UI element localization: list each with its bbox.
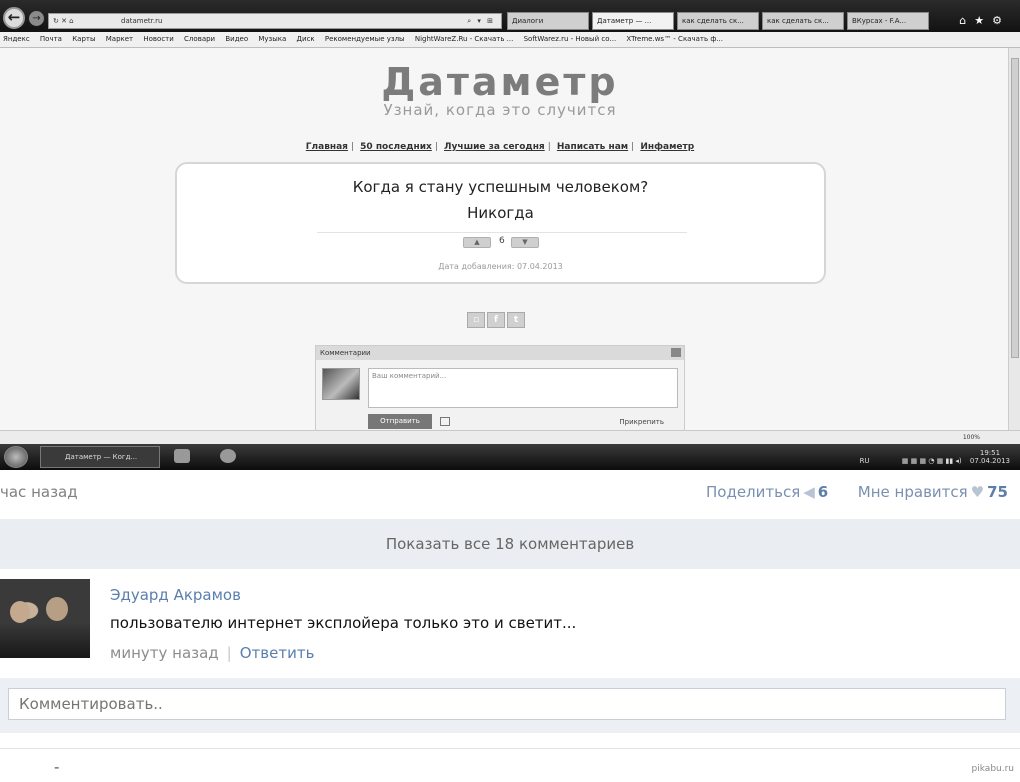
share-buttons: ▫ f t xyxy=(467,307,527,328)
nav-contact[interactable]: Написать нам xyxy=(557,142,628,152)
footer-dash: - xyxy=(54,758,60,776)
favorites-bar: Яндекс Почта Карты Маркет Новости Словар… xyxy=(0,32,1020,48)
address-controls-icon[interactable]: ⌕ ▾ ⊞ xyxy=(467,14,495,28)
comment-avatar[interactable] xyxy=(0,579,90,658)
share-button[interactable]: Поделиться ◀ 6 xyxy=(706,483,828,501)
watermark: pikabu.ru xyxy=(971,764,1014,774)
tab-3[interactable]: как сделать ск... xyxy=(677,12,759,30)
comment-input[interactable]: Ваш комментарий... xyxy=(368,368,678,408)
fav-8[interactable]: Диск xyxy=(297,35,315,43)
nav-best[interactable]: Лучшие за сегодня xyxy=(444,142,545,152)
post-time: час назад xyxy=(0,483,78,501)
fav-9[interactable]: Рекомендуемые узлы xyxy=(325,35,405,43)
megaphone-icon: ◀ xyxy=(803,483,815,501)
answer-text: Никогда xyxy=(467,204,534,222)
system-tray: RU ▦ ▦ ▦ ◔ ▦ ▮▮ ◂) 19:51 07.04.2013 xyxy=(860,449,1010,465)
divider xyxy=(317,232,687,233)
tab-1[interactable]: Диалоги xyxy=(507,12,589,30)
site-tagline: Узнай, когда это случится xyxy=(383,101,617,119)
fav-2[interactable]: Карты xyxy=(72,35,95,43)
media-icon[interactable] xyxy=(220,449,236,463)
fav-12[interactable]: XTreme.ws™ - Скачать ф... xyxy=(626,35,723,43)
question-text: Когда я стану успешным человеком? xyxy=(352,178,649,196)
fav-10[interactable]: NightWareZ.Ru - Скачать ... xyxy=(415,35,514,43)
back-arrow-icon[interactable]: ← xyxy=(3,7,25,29)
comment-author[interactable]: Эдуард Акрамов xyxy=(110,586,241,604)
post-actions: Поделиться ◀ 6 Мне нравится ♥ 75 xyxy=(706,483,1008,501)
share-vk-icon[interactable]: ▫ xyxy=(467,312,485,328)
nav-home[interactable]: Главная xyxy=(306,142,348,152)
facebook-icon[interactable]: f xyxy=(487,312,505,328)
taskbar-window[interactable]: Датаметр — Когд... xyxy=(40,446,160,468)
vote-count: 6 xyxy=(499,236,505,246)
tab-5[interactable]: ВКурсах - F.A... xyxy=(847,12,929,30)
clock[interactable]: 19:51 07.04.2013 xyxy=(970,449,1010,465)
tab-2[interactable]: Датаметр — ... xyxy=(592,12,674,30)
home-star-gear-icon[interactable]: ⌂★⚙ xyxy=(959,14,1010,27)
address-bar[interactable]: ↻ ✕ ⌂ datametr.ru ⌕ ▾ ⊞ xyxy=(48,13,502,29)
divider xyxy=(0,748,1020,749)
embedded-browser-screenshot: ← → ↻ ✕ ⌂ datametr.ru ⌕ ▾ ⊞ Диалоги Дата… xyxy=(0,0,1020,470)
vote-down-icon[interactable]: ▼ xyxy=(511,237,539,248)
attach-link[interactable]: Прикрепить xyxy=(619,418,664,426)
comment-composer xyxy=(0,678,1020,733)
scrollbar[interactable] xyxy=(1008,48,1020,430)
page-icon: ↻ ✕ ⌂ xyxy=(53,17,74,25)
fav-0[interactable]: Яндекс xyxy=(3,35,30,43)
share-count: 6 xyxy=(817,483,829,501)
taskbar: Датаметр — Когд... RU ▦ ▦ ▦ ◔ ▦ ▮▮ ◂) 19… xyxy=(0,444,1020,470)
zoom-level[interactable]: 100% xyxy=(963,434,980,441)
question-date: Дата добавления: 07.04.2013 xyxy=(438,262,563,271)
avatar xyxy=(322,368,360,400)
fav-5[interactable]: Словари xyxy=(184,35,215,43)
fav-4[interactable]: Новости xyxy=(143,35,173,43)
comment-field[interactable] xyxy=(8,688,1006,720)
nav-latest[interactable]: 50 последних xyxy=(360,142,432,152)
comment-meta: минуту назад | Ответить xyxy=(110,644,315,662)
nav-infometr[interactable]: Инфаметр xyxy=(640,142,694,152)
page: ← → ↻ ✕ ⌂ datametr.ru ⌕ ▾ ⊞ Диалоги Дата… xyxy=(0,0,1020,782)
language-indicator[interactable]: RU xyxy=(860,457,870,465)
tab-4[interactable]: как сделать ск... xyxy=(762,12,844,30)
folder-icon[interactable] xyxy=(174,449,190,463)
twitter-icon[interactable]: t xyxy=(507,312,525,328)
comment-text: пользователю интернет эксплойера только … xyxy=(110,614,577,632)
fav-6[interactable]: Видео xyxy=(225,35,248,43)
browser-titlebar: ← → ↻ ✕ ⌂ datametr.ru ⌕ ▾ ⊞ Диалоги Дата… xyxy=(0,0,1020,32)
fav-1[interactable]: Почта xyxy=(40,35,62,43)
status-bar: 100% xyxy=(0,430,1020,444)
fav-11[interactable]: SoftWarez.ru - Новый со... xyxy=(524,35,617,43)
comments-header: Комментарии xyxy=(316,346,684,360)
vote-up-icon[interactable]: ▲ xyxy=(463,237,491,248)
forward-arrow-icon[interactable]: → xyxy=(29,11,44,26)
site-logo[interactable]: Датаметр xyxy=(0,60,1000,104)
send-button[interactable]: Отправить xyxy=(368,414,432,429)
tray-icons[interactable]: ▦ ▦ ▦ ◔ ▦ ▮▮ ◂) xyxy=(902,457,962,465)
question-card: Когда я стану успешным человеком? Никогд… xyxy=(175,162,826,284)
address-url: datametr.ru xyxy=(121,17,163,25)
comments-box: Комментарии Ваш комментарий... Отправить… xyxy=(315,345,685,435)
fav-3[interactable]: Маркет xyxy=(106,35,133,43)
like-button[interactable]: Мне нравится ♥ 75 xyxy=(858,483,1008,501)
site-nav: Главная | 50 последних | Лучшие за сегодня… xyxy=(305,142,695,152)
like-count: 75 xyxy=(987,483,1008,501)
start-icon[interactable] xyxy=(4,446,28,468)
reply-link[interactable]: Ответить xyxy=(240,644,315,662)
collapse-icon[interactable] xyxy=(671,348,681,357)
checkbox-icon[interactable] xyxy=(440,417,450,426)
comment-time: минуту назад xyxy=(110,644,219,662)
show-all-comments-button[interactable]: Показать все 18 комментариев xyxy=(0,519,1020,569)
fav-7[interactable]: Музыка xyxy=(258,35,286,43)
scrollbar-thumb[interactable] xyxy=(1011,58,1019,358)
heart-icon: ♥ xyxy=(970,483,985,501)
